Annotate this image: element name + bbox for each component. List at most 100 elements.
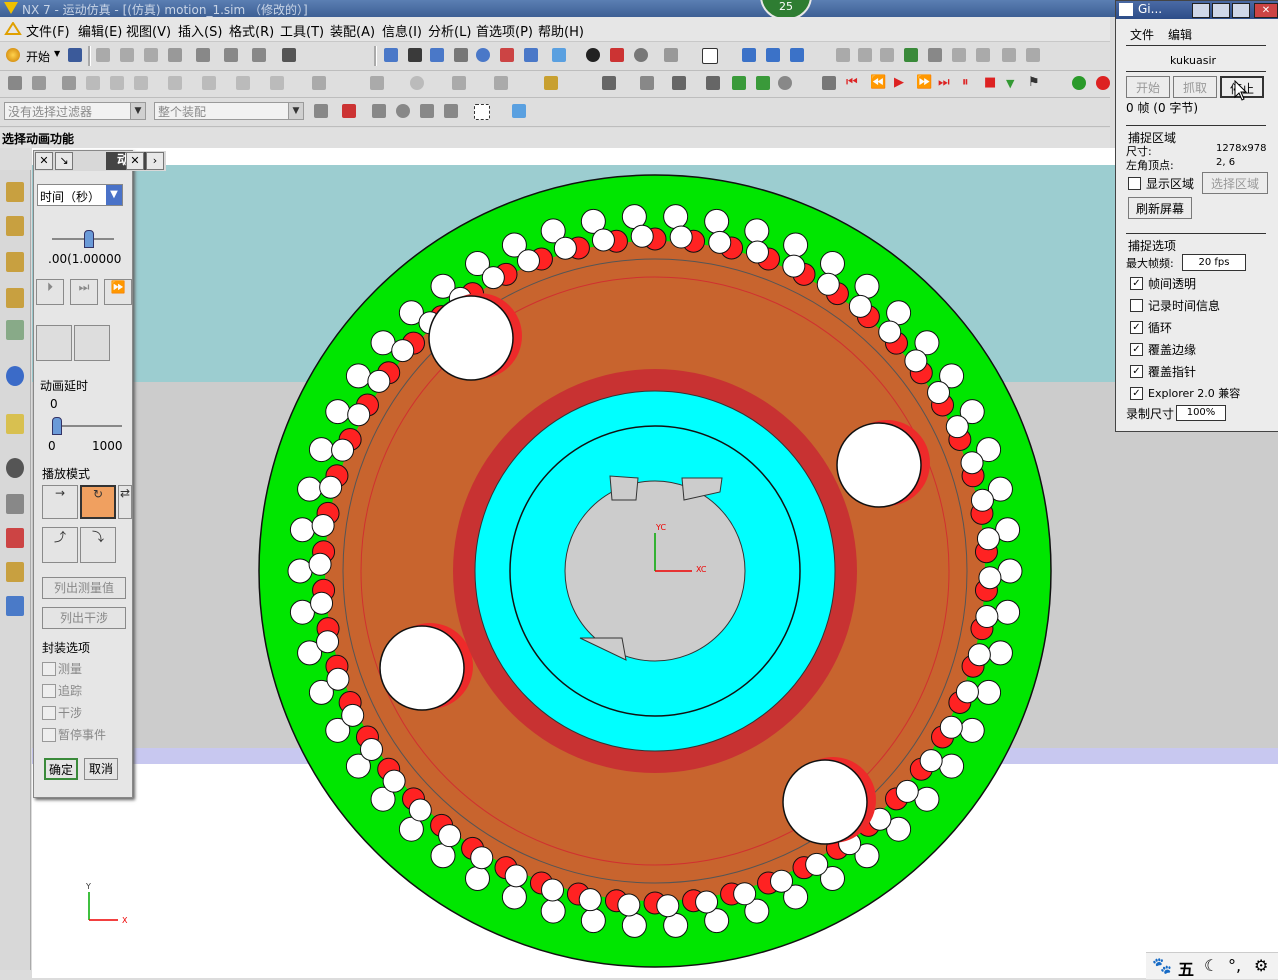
pan-icon[interactable]	[500, 48, 514, 62]
transparent-checkbox[interactable]: ✓	[1130, 277, 1143, 290]
play-icon[interactable]: ▶	[894, 75, 904, 90]
measure-checkbox[interactable]	[42, 662, 56, 676]
command-finder-icon[interactable]	[282, 48, 296, 62]
trace-checkbox[interactable]	[42, 684, 56, 698]
function-icon[interactable]	[62, 76, 76, 90]
arrow-icon[interactable]: ↘	[55, 152, 73, 170]
link-icon[interactable]	[86, 76, 100, 90]
joint-icon[interactable]	[110, 76, 124, 90]
damper-icon[interactable]	[236, 76, 250, 90]
driver-icon[interactable]	[410, 76, 424, 90]
start-dropdown-icon[interactable]: ▼	[54, 49, 60, 58]
undo-icon[interactable]	[196, 48, 210, 62]
finish-anim-icon[interactable]: ⚑	[1028, 75, 1040, 90]
save-icon[interactable]	[68, 48, 82, 62]
trace-button[interactable]: ⤴	[42, 527, 78, 563]
capture-grab-button[interactable]: 抓取	[1173, 76, 1217, 98]
orient-view-icon[interactable]	[552, 48, 566, 62]
palette-icon[interactable]	[6, 596, 24, 616]
layer-icon[interactable]	[664, 48, 678, 62]
maximize-icon[interactable]	[1212, 3, 1230, 18]
paste-display-icon[interactable]	[252, 48, 266, 62]
paw-icon[interactable]: 🐾	[1152, 956, 1172, 975]
play-pingpong-button[interactable]: ⇄	[118, 485, 132, 519]
menu-preferences[interactable]: 首选项(P)	[476, 21, 533, 40]
play-loop-button[interactable]: ↻	[80, 485, 116, 519]
loop-checkbox[interactable]: ✓	[1130, 321, 1143, 334]
fit-icon[interactable]	[384, 48, 398, 62]
system-scene-icon[interactable]	[6, 562, 24, 582]
snap-mid-icon[interactable]	[904, 48, 918, 62]
pointer-checkbox[interactable]: ✓	[1130, 365, 1143, 378]
close-icon[interactable]: ✕	[35, 152, 53, 170]
menu-edit[interactable]: 编辑(E)	[78, 21, 122, 40]
edge-checkbox[interactable]: ✓	[1130, 343, 1143, 356]
rewind-to-start-icon[interactable]: ⏮	[846, 75, 858, 90]
marker-icon[interactable]	[312, 76, 326, 90]
capture-start-button[interactable]: 开始	[1126, 76, 1170, 98]
close-x-icon[interactable]: ✕	[126, 152, 144, 170]
snap-quadrant-icon[interactable]	[952, 48, 966, 62]
solution-icon[interactable]	[452, 76, 466, 90]
motion-body-icon[interactable]	[32, 76, 46, 90]
step-back-anim-icon[interactable]: ⏪	[870, 75, 886, 90]
solve-icon[interactable]	[544, 76, 558, 90]
type-filter-combo[interactable]: 没有选择过滤器 ▼	[4, 102, 146, 120]
paste-icon[interactable]	[144, 48, 158, 62]
packaging-icon[interactable]	[672, 76, 686, 90]
reuse-library-icon[interactable]	[6, 320, 24, 340]
edges-icon[interactable]	[610, 48, 624, 62]
capture-menu-file[interactable]: 文件	[1130, 26, 1154, 43]
history-icon[interactable]	[6, 458, 24, 478]
wcs-origin-icon[interactable]	[766, 48, 780, 62]
menu-file[interactable]: 文件(F)	[26, 21, 70, 40]
box-select-icon[interactable]	[474, 104, 490, 120]
fast-forward-button[interactable]: ⏩	[104, 279, 132, 305]
copy-icon[interactable]	[120, 48, 134, 62]
fast-forward-icon[interactable]: ⏭	[938, 75, 950, 90]
studio-icon[interactable]	[634, 48, 648, 62]
snapshot-button[interactable]	[36, 325, 72, 361]
capture-icon[interactable]	[1072, 76, 1086, 90]
delete-icon[interactable]	[168, 48, 182, 62]
selection-scope-icon[interactable]	[314, 104, 328, 118]
select-region-button[interactable]: 选择区域	[1202, 172, 1268, 194]
motion-env-icon[interactable]	[8, 76, 22, 90]
graphics-window[interactable]: YC XC Y X	[32, 148, 1278, 978]
ok-button[interactable]: 确定	[44, 758, 78, 780]
snap-end-icon[interactable]	[880, 48, 894, 62]
snap-icon[interactable]	[836, 48, 850, 62]
start-button[interactable]: 开始	[26, 48, 50, 65]
ime-mode-label[interactable]: 五	[1178, 956, 1194, 980]
graph-icon[interactable]	[640, 76, 654, 90]
show-region-checkbox[interactable]	[1128, 177, 1141, 190]
moon-icon[interactable]: ☾	[1204, 956, 1218, 975]
delay-slider-thumb[interactable]	[52, 417, 62, 435]
punctuation-icon[interactable]: °,	[1228, 956, 1241, 975]
step-forward-button[interactable]: ⏭	[70, 279, 98, 305]
step-back-icon[interactable]	[732, 76, 746, 90]
postprocess-icon[interactable]	[602, 76, 616, 90]
explode-button[interactable]: ⤵	[80, 527, 116, 563]
list-interference-button[interactable]: 列出干涉	[42, 607, 126, 629]
select-edge-icon[interactable]	[420, 104, 434, 118]
refresh-icon[interactable]	[778, 76, 792, 90]
menu-info[interactable]: 信息(I)	[382, 21, 422, 40]
snap-center-icon[interactable]	[928, 48, 942, 62]
assembly-navigator-icon[interactable]	[6, 182, 24, 202]
interference-icon[interactable]	[494, 76, 508, 90]
cut-icon[interactable]	[96, 48, 110, 62]
loop-icon[interactable]: ▼	[1006, 77, 1014, 90]
step-forward-anim-icon[interactable]: ⏩	[916, 75, 932, 90]
rotate-icon[interactable]	[476, 48, 490, 62]
explorer-checkbox[interactable]: ✓	[1130, 387, 1143, 400]
minimize-icon[interactable]	[1192, 3, 1210, 18]
assembly-scope-combo[interactable]: 整个装配 ▼	[154, 102, 304, 120]
snapshot-next-button[interactable]	[74, 325, 110, 361]
copy-display-icon[interactable]	[224, 48, 238, 62]
menu-insert[interactable]: 插入(S)	[178, 21, 222, 40]
rec-size-select[interactable]: 100%	[1176, 405, 1226, 421]
part-navigator-icon[interactable]	[6, 252, 24, 272]
angle-icon[interactable]	[1026, 48, 1040, 62]
zoom-window-icon[interactable]	[430, 48, 444, 62]
